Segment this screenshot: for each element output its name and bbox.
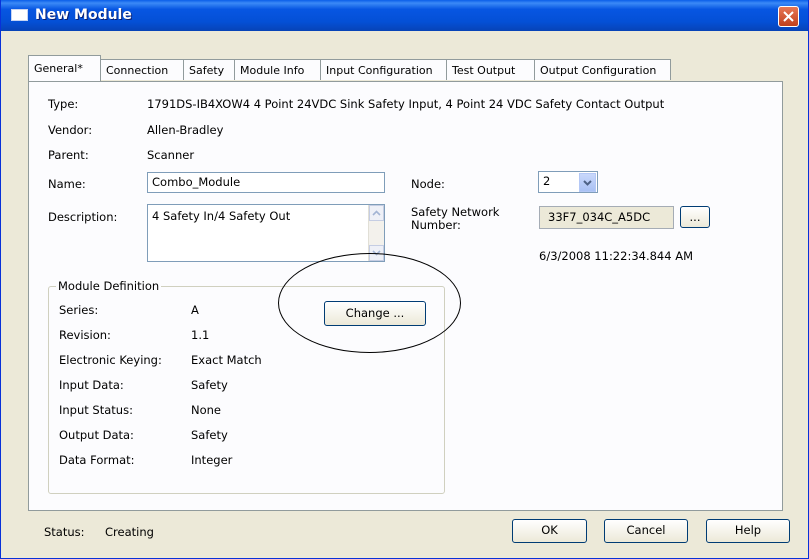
safety-network-timestamp: 6/3/2008 11:22:34.844 AM [539, 249, 694, 263]
new-module-dialog: New Module General* Connection Safety Mo… [0, 0, 809, 559]
type-value: 1791DS-IB4XOW4 4 Point 24VDC Sink Safety… [147, 97, 665, 111]
safety-network-label-line1: Safety Network [411, 205, 500, 219]
description-text: 4 Safety In/4 Safety Out [152, 209, 291, 223]
input-data-value: Safety [191, 378, 228, 392]
tab-strip: General* Connection Safety Module Info I… [28, 55, 788, 83]
parent-label: Parent: [48, 148, 89, 162]
data-format-value: Integer [191, 453, 233, 467]
data-format-label: Data Format: [59, 453, 135, 467]
revision-label: Revision: [59, 328, 111, 342]
node-label: Node: [411, 177, 445, 191]
description-label: Description: [48, 210, 118, 224]
node-select[interactable]: 2 [538, 171, 598, 193]
tab-safety[interactable]: Safety [183, 59, 235, 80]
description-scrollbar[interactable] [368, 205, 384, 261]
scroll-down-arrow-icon [372, 250, 381, 256]
tab-connection[interactable]: Connection [100, 59, 184, 80]
node-dropdown-button[interactable] [579, 173, 596, 192]
scroll-down-button[interactable] [369, 245, 384, 261]
series-value: A [191, 303, 199, 317]
module-window-icon [11, 9, 28, 21]
help-button[interactable]: Help [706, 519, 790, 543]
name-label: Name: [48, 177, 86, 191]
general-tab-panel: Type: 1791DS-IB4XOW4 4 Point 24VDC Sink … [28, 81, 783, 511]
input-status-value: None [191, 403, 222, 417]
tab-input-configuration[interactable]: Input Configuration [320, 59, 447, 80]
parent-value: Scanner [147, 148, 195, 162]
tab-output-configuration[interactable]: Output Configuration [534, 59, 671, 80]
title-bar[interactable]: New Module [1, 0, 808, 31]
status-label: Status: [44, 525, 85, 539]
electronic-keying-label: Electronic Keying: [59, 353, 162, 367]
output-data-label: Output Data: [59, 428, 134, 442]
safety-network-label: Safety Network Number: [411, 206, 499, 232]
revision-value: 1.1 [191, 328, 210, 342]
name-input[interactable]: Combo_Module [147, 172, 385, 193]
vendor-label: Vendor: [48, 123, 93, 137]
tab-module-info[interactable]: Module Info [234, 59, 321, 80]
close-icon [783, 11, 794, 22]
ok-button[interactable]: OK [512, 519, 587, 543]
change-button[interactable]: Change ... [324, 301, 426, 326]
close-button[interactable] [778, 6, 799, 27]
input-data-label: Input Data: [59, 378, 124, 392]
status-value: Creating [105, 525, 154, 539]
node-value: 2 [543, 174, 551, 188]
module-definition-legend: Module Definition [58, 279, 160, 293]
series-label: Series: [59, 303, 99, 317]
tab-test-output[interactable]: Test Output [446, 59, 535, 80]
vendor-value: Allen-Bradley [147, 123, 224, 137]
window-title: New Module [35, 7, 132, 23]
description-textarea[interactable]: 4 Safety In/4 Safety Out [147, 204, 385, 262]
electronic-keying-value: Exact Match [191, 353, 262, 367]
type-label: Type: [48, 97, 79, 111]
safety-network-number-field: 33F7_034C_A5DC [539, 206, 674, 229]
safety-network-label-line2: Number: [411, 218, 461, 232]
chevron-down-icon [583, 180, 592, 186]
output-data-value: Safety [191, 428, 228, 442]
tab-general[interactable]: General* [28, 55, 101, 81]
input-status-label: Input Status: [59, 403, 133, 417]
scroll-up-arrow-icon [372, 210, 381, 216]
scroll-up-button[interactable] [369, 205, 384, 221]
cancel-button[interactable]: Cancel [604, 519, 688, 543]
safety-network-browse-button[interactable]: ... [680, 206, 710, 228]
